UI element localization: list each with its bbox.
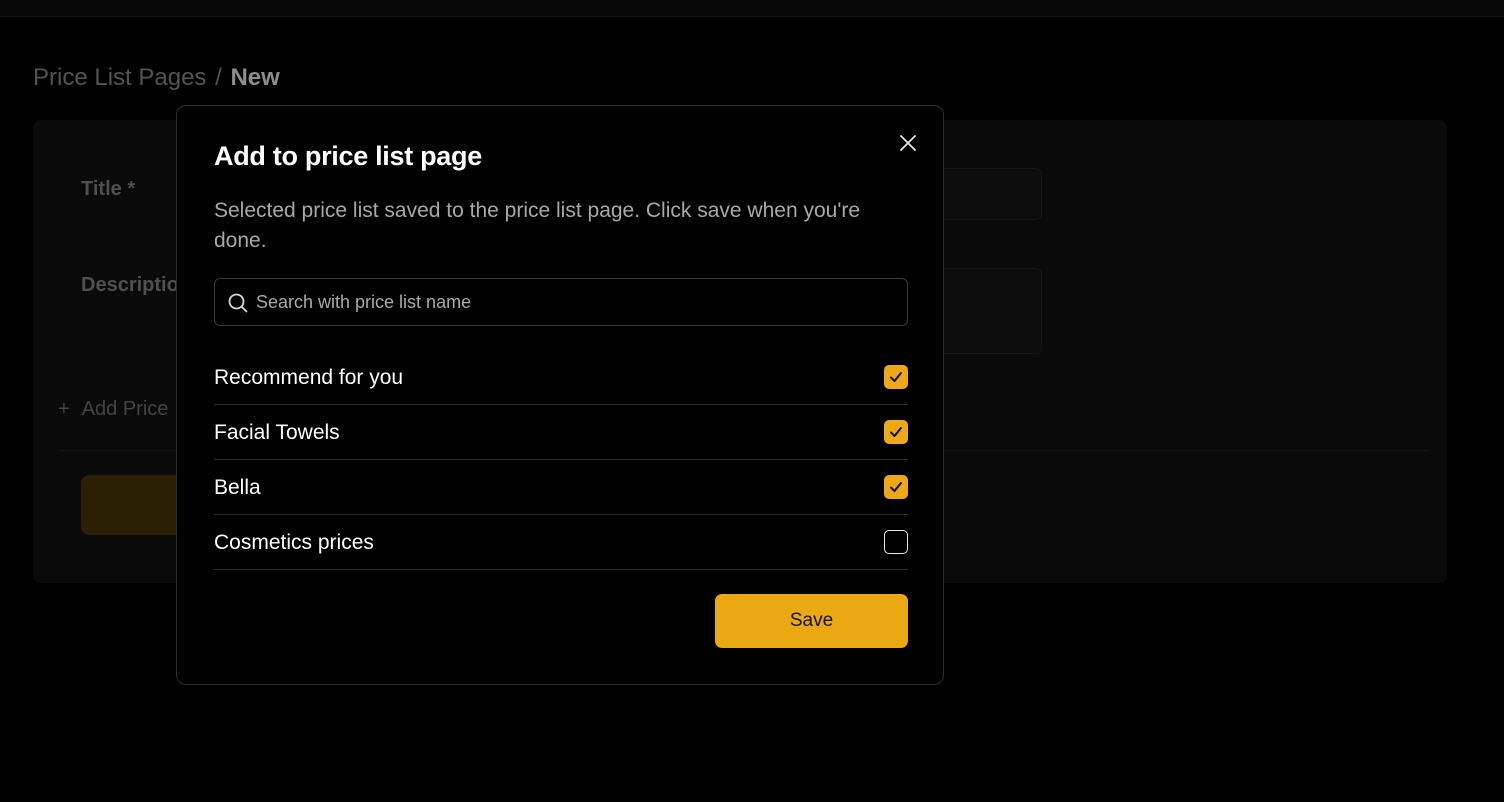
search-icon	[227, 292, 249, 314]
search-input[interactable]	[256, 280, 896, 324]
add-to-price-list-dialog: Add to price list page Selected price li…	[176, 105, 944, 685]
list-item-label: Recommend for you	[214, 366, 404, 389]
list-item[interactable]: Recommend for you	[214, 350, 908, 405]
list-item[interactable]: Cosmetics prices	[214, 515, 908, 570]
check-icon	[890, 482, 902, 492]
checkbox[interactable]	[884, 530, 908, 554]
list-item[interactable]: Facial Towels	[214, 405, 908, 460]
list-item-label: Bella	[214, 476, 261, 499]
list-item[interactable]: Bella	[214, 460, 908, 515]
dialog-description: Selected price list saved to the price l…	[214, 199, 860, 252]
checkbox[interactable]	[884, 420, 908, 444]
search-field[interactable]	[214, 278, 908, 326]
price-list-options: Recommend for you Facial Towels Bella Co…	[214, 350, 908, 570]
check-icon	[890, 427, 902, 437]
check-icon	[890, 372, 902, 382]
checkbox[interactable]	[884, 365, 908, 389]
dialog-title: Add to price list page	[214, 141, 482, 171]
save-button[interactable]: Save	[715, 594, 908, 648]
list-item-label: Cosmetics prices	[214, 531, 374, 554]
close-icon[interactable]	[897, 132, 919, 154]
checkbox[interactable]	[884, 475, 908, 499]
list-item-label: Facial Towels	[214, 421, 340, 444]
